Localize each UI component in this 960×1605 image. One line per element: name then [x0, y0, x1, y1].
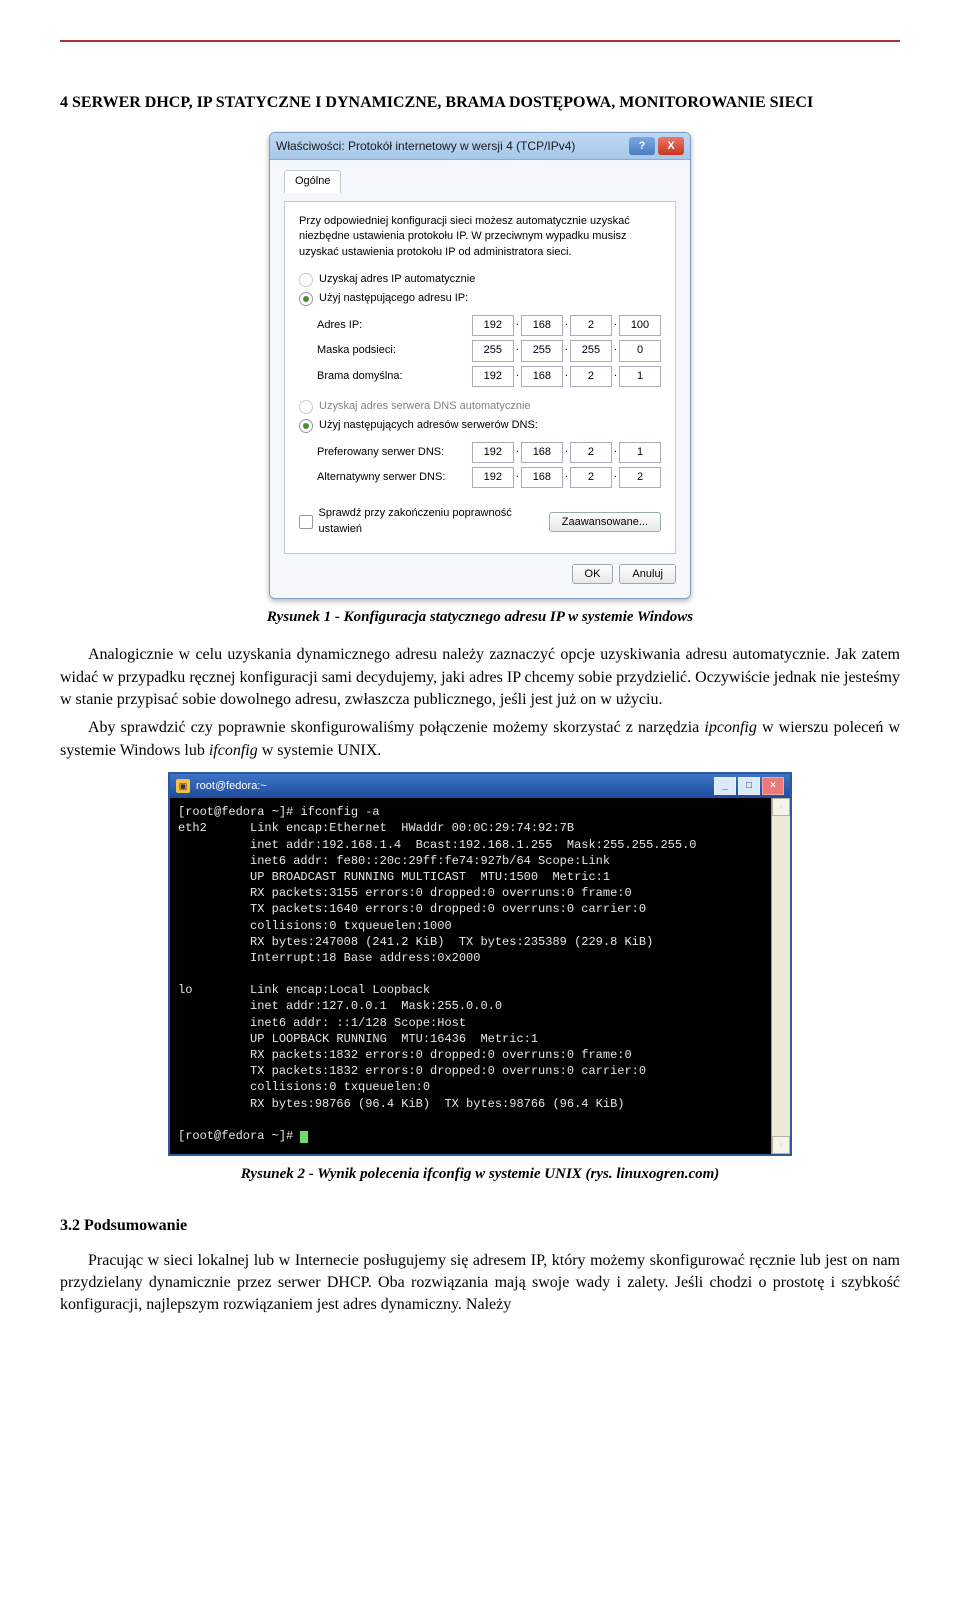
field-gateway: Brama domyślna: 192. 168. 2. 1 [317, 366, 661, 387]
code-term: ifconfig [209, 742, 258, 759]
field-mask: Maska podsieci: 255. 255. 255. 0 [317, 340, 661, 361]
terminal-output[interactable]: [root@fedora ~]# ifconfig -a eth2 Link e… [170, 798, 771, 1154]
maximize-icon[interactable]: □ [738, 777, 760, 795]
radio-icon [299, 292, 313, 306]
field-label: Brama domyślna: [317, 369, 403, 384]
checkbox-icon [299, 515, 313, 529]
window-buttons: ? X [629, 137, 684, 155]
ip-octet[interactable]: 100 [619, 315, 661, 336]
ip-octet[interactable]: 1 [619, 366, 661, 387]
dialog-title: Właściwości: Protokół internetowy w wers… [276, 138, 575, 155]
terminal-title: root@fedora:~ [196, 779, 267, 794]
figure-2-caption: Rysunek 2 - Wynik polecenia ifconfig w s… [241, 1164, 720, 1185]
ip-octet[interactable]: 168 [521, 366, 563, 387]
ip-octet[interactable]: 2 [570, 442, 612, 463]
cancel-button[interactable]: Anuluj [619, 564, 676, 584]
radio-label: Użyj następujących adresów serwerów DNS: [319, 418, 538, 433]
ip-input[interactable]: 192. 168. 2. 100 [472, 315, 661, 336]
radio-icon [299, 419, 313, 433]
scroll-track[interactable] [772, 816, 790, 1136]
ip-group: Adres IP: 192. 168. 2. 100 Maska podsiec… [299, 315, 661, 387]
ipv4-properties-dialog: Właściwości: Protokół internetowy w wers… [269, 132, 691, 599]
ip-octet[interactable]: 1 [619, 442, 661, 463]
radio-ip-manual[interactable]: Użyj następującego adresu IP: [299, 291, 661, 306]
bottom-row: Sprawdź przy zakończeniu poprawność usta… [299, 502, 661, 541]
ok-cancel-row: OK Anuluj [284, 564, 676, 584]
section-heading: 4 SERWER DHCP, IP STATYCZNE I DYNAMICZNE… [60, 92, 900, 114]
text: w systemie UNIX. [258, 742, 382, 759]
ok-button[interactable]: OK [572, 564, 614, 584]
tab-panel: Przy odpowiedniej konfiguracji sieci moż… [284, 201, 676, 554]
field-label: Maska podsieci: [317, 343, 396, 358]
field-ip: Adres IP: 192. 168. 2. 100 [317, 315, 661, 336]
dialog-titlebar[interactable]: Właściwości: Protokół internetowy w wers… [270, 133, 690, 160]
page-top-rule [60, 40, 900, 42]
radio-icon [299, 273, 313, 287]
subsection-heading: 3.2 Podsumowanie [60, 1215, 900, 1237]
ip-octet[interactable]: 2 [619, 467, 661, 488]
terminal-text: [root@fedora ~]# ifconfig -a eth2 Link e… [178, 805, 696, 1143]
terminal-window-buttons: _ □ × [714, 777, 784, 795]
ip-octet[interactable]: 168 [521, 315, 563, 336]
cursor-icon [300, 1131, 308, 1143]
field-label: Alternatywny serwer DNS: [317, 470, 445, 485]
ip-octet[interactable]: 2 [570, 315, 612, 336]
field-dns-pref: Preferowany serwer DNS: 192. 168. 2. 1 [317, 442, 661, 463]
radio-ip-auto[interactable]: Uzyskaj adres IP automatycznie [299, 272, 661, 287]
code-term: ipconfig [704, 719, 756, 736]
ip-octet[interactable]: 168 [521, 467, 563, 488]
ip-octet[interactable]: 168 [521, 442, 563, 463]
radio-label: Uzyskaj adres IP automatycznie [319, 272, 475, 287]
help-icon[interactable]: ? [629, 137, 655, 155]
field-label: Preferowany serwer DNS: [317, 445, 444, 460]
radio-label: Użyj następującego adresu IP: [319, 291, 468, 306]
radio-icon [299, 400, 313, 414]
mask-input[interactable]: 255. 255. 255. 0 [472, 340, 661, 361]
dns-group: Preferowany serwer DNS: 192. 168. 2. 1 A… [299, 442, 661, 489]
text: Aby sprawdzić czy poprawnie skonfigurowa… [88, 719, 704, 736]
minimize-icon[interactable]: _ [714, 777, 736, 795]
check-validate[interactable]: Sprawdź przy zakończeniu poprawność usta… [299, 506, 549, 537]
paragraph-2: Aby sprawdzić czy poprawnie skonfigurowa… [60, 717, 900, 762]
ip-octet[interactable]: 192 [472, 467, 514, 488]
gateway-input[interactable]: 192. 168. 2. 1 [472, 366, 661, 387]
tab-general[interactable]: Ogólne [284, 170, 341, 192]
ip-octet[interactable]: 192 [472, 442, 514, 463]
ip-octet[interactable]: 2 [570, 366, 612, 387]
ip-octet[interactable]: 192 [472, 366, 514, 387]
ip-octet[interactable]: 255 [570, 340, 612, 361]
dns-pref-input[interactable]: 192. 168. 2. 1 [472, 442, 661, 463]
field-dns-alt: Alternatywny serwer DNS: 192. 168. 2. 2 [317, 467, 661, 488]
terminal-titlebar[interactable]: ▣ root@fedora:~ _ □ × [170, 774, 790, 798]
ip-octet[interactable]: 255 [521, 340, 563, 361]
terminal-icon: ▣ [176, 779, 190, 793]
paragraph-1: Analogicznie w celu uzyskania dynamiczne… [60, 644, 900, 711]
figure-2: ▣ root@fedora:~ _ □ × [root@fedora ~]# i… [60, 772, 900, 1185]
scrollbar[interactable]: ▲ ▼ [771, 798, 790, 1154]
ip-octet[interactable]: 192 [472, 315, 514, 336]
check-label: Sprawdź przy zakończeniu poprawność usta… [319, 506, 549, 537]
ip-octet[interactable]: 255 [472, 340, 514, 361]
figure-1: Właściwości: Protokół internetowy w wers… [60, 132, 900, 628]
terminal-window: ▣ root@fedora:~ _ □ × [root@fedora ~]# i… [168, 772, 792, 1156]
field-label: Adres IP: [317, 318, 362, 333]
radio-dns-auto: Uzyskaj adres serwera DNS automatycznie [299, 399, 661, 414]
ip-octet[interactable]: 2 [570, 467, 612, 488]
scroll-down-icon[interactable]: ▼ [772, 1136, 790, 1154]
figure-1-caption: Rysunek 1 - Konfiguracja statycznego adr… [267, 607, 693, 628]
terminal-title-left: ▣ root@fedora:~ [176, 779, 267, 794]
scroll-up-icon[interactable]: ▲ [772, 798, 790, 816]
paragraph-3: Pracując w sieci lokalnej lub w Internec… [60, 1250, 900, 1317]
ip-octet[interactable]: 0 [619, 340, 661, 361]
radio-label: Uzyskaj adres serwera DNS automatycznie [319, 399, 531, 414]
close-icon[interactable]: X [658, 137, 684, 155]
close-icon[interactable]: × [762, 777, 784, 795]
terminal-body: [root@fedora ~]# ifconfig -a eth2 Link e… [170, 798, 790, 1154]
dns-alt-input[interactable]: 192. 168. 2. 2 [472, 467, 661, 488]
dialog-description: Przy odpowiedniej konfiguracji sieci moż… [299, 214, 661, 260]
tabstrip: Ogólne [284, 170, 676, 192]
dialog-body: Ogólne Przy odpowiedniej konfiguracji si… [270, 160, 690, 598]
advanced-button[interactable]: Zaawansowane... [549, 512, 661, 532]
radio-dns-manual[interactable]: Użyj następujących adresów serwerów DNS: [299, 418, 661, 433]
